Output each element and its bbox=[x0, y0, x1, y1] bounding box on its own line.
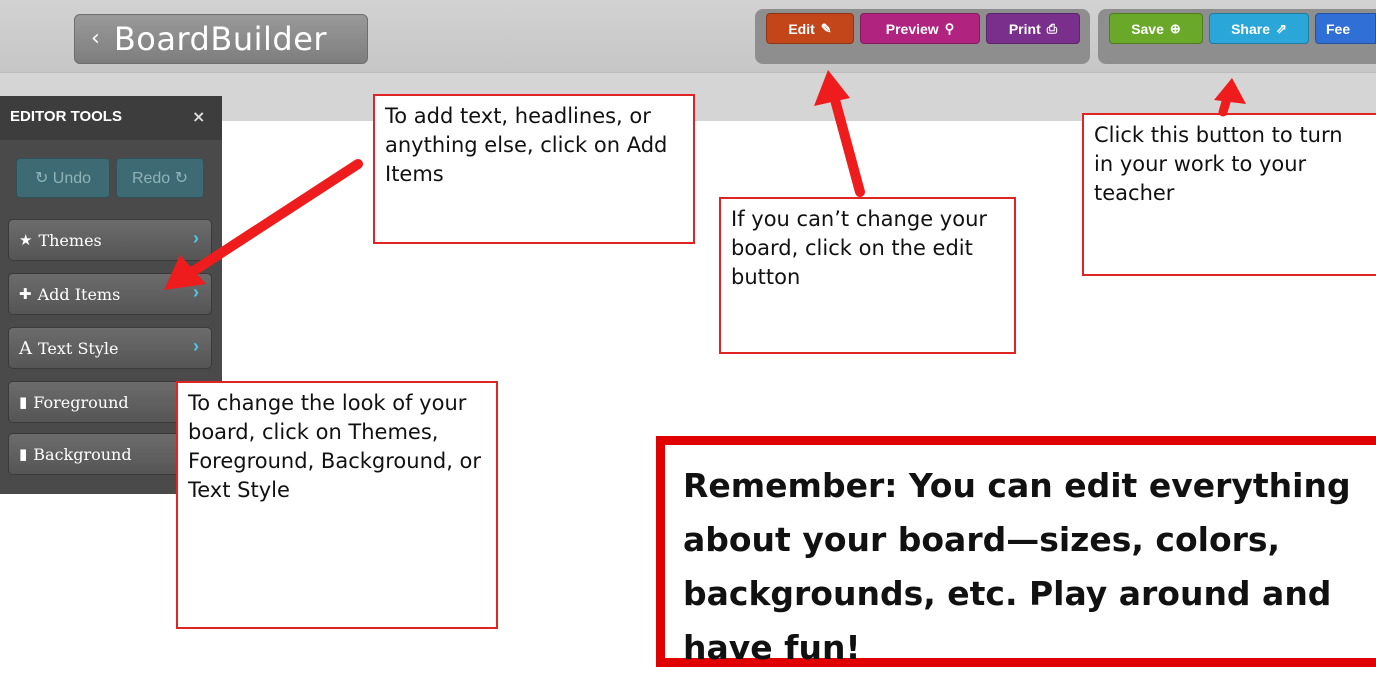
annotation-arrows bbox=[164, 70, 1246, 290]
arrow-to-edit-button bbox=[814, 70, 865, 197]
arrow-to-share-button bbox=[1214, 78, 1246, 117]
arrow-to-add-items bbox=[164, 159, 363, 290]
